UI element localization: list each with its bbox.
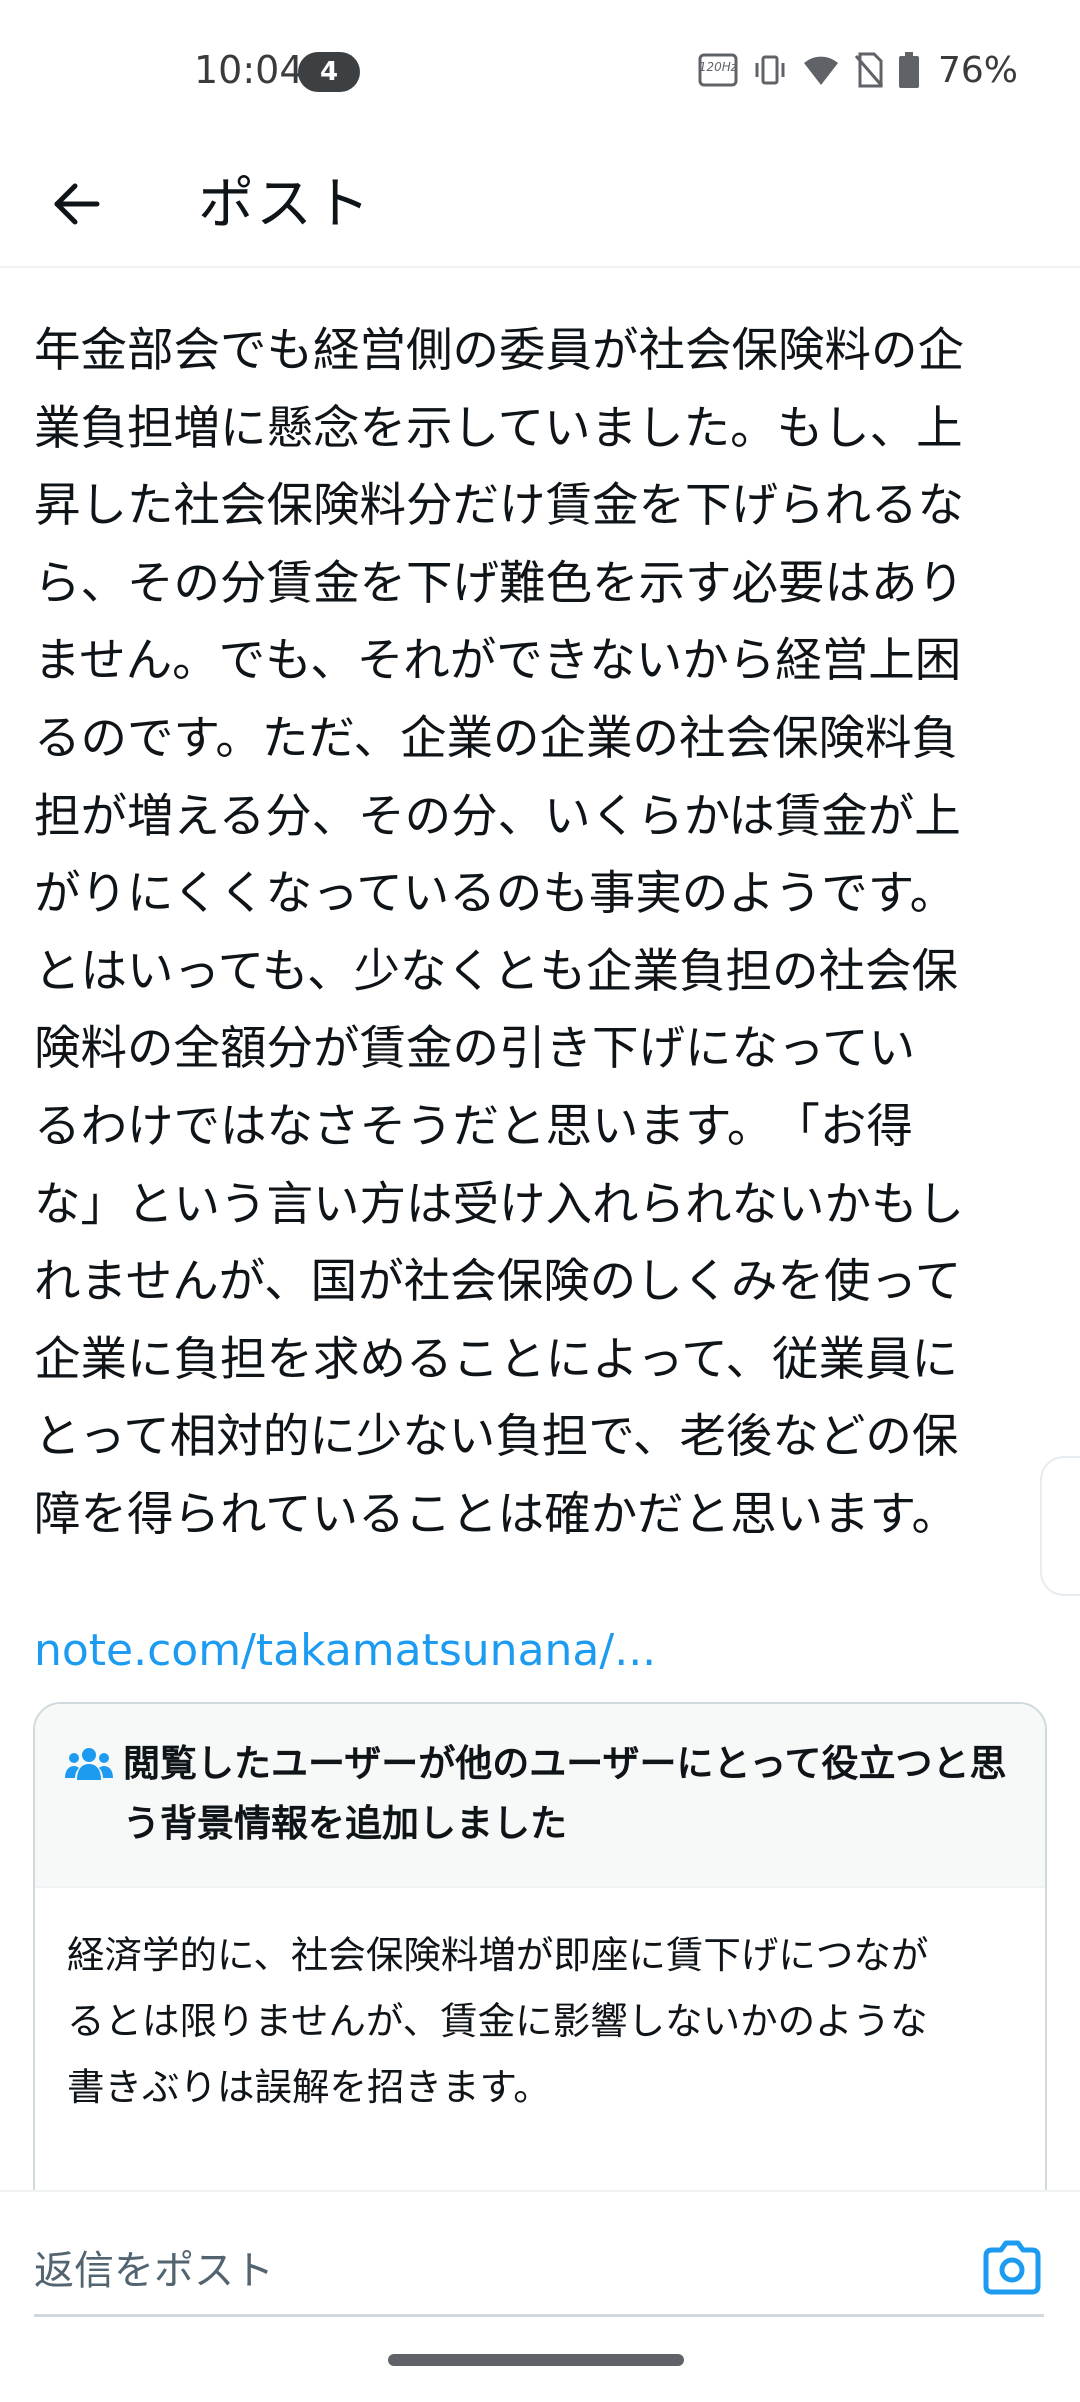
no-sim-icon bbox=[854, 52, 884, 88]
reply-input[interactable] bbox=[34, 2228, 1044, 2317]
post-text: 年金部会でも経営側の委員が社会保険料の企 業負担増に懸念を示していました。もし、… bbox=[34, 323, 964, 1541]
camera-icon bbox=[983, 2240, 1041, 2295]
refresh-rate-label: 120Hz bbox=[699, 60, 738, 74]
community-note-card[interactable]: 閲覧したユーザーが他のユーザーにとって役立つと思う背景情報を追加しました 経済学… bbox=[33, 1702, 1047, 2246]
battery-percentage: 76% bbox=[937, 49, 1018, 91]
status-bar: 10:04 4 120Hz 76% bbox=[0, 0, 1080, 140]
community-note-title: 閲覧したユーザーが他のユーザーにとって役立つと思う背景情報を追加しました bbox=[123, 1742, 1007, 1845]
vibrate-icon bbox=[755, 55, 785, 85]
page-title: ポスト bbox=[198, 172, 372, 237]
community-note-header: 閲覧したユーザーが他のユーザーにとって役立つと思う背景情報を追加しました bbox=[35, 1704, 1045, 1888]
reply-bar bbox=[0, 2190, 1080, 2402]
status-time: 10:04 bbox=[194, 48, 304, 92]
refresh-rate-icon: 120Hz bbox=[698, 53, 738, 87]
gesture-navigation-bar[interactable] bbox=[388, 2354, 684, 2366]
wifi-icon bbox=[803, 56, 838, 85]
post-link[interactable]: note.com/takamatsunana/... bbox=[34, 1616, 656, 1686]
status-icons: 120Hz 76% bbox=[698, 44, 1018, 96]
people-icon bbox=[65, 1748, 113, 1780]
battery-icon bbox=[898, 52, 919, 88]
arrow-left-icon bbox=[54, 183, 100, 225]
edge-panel-handle[interactable] bbox=[1040, 1456, 1080, 1596]
notification-count-badge: 4 bbox=[298, 52, 360, 92]
back-button[interactable] bbox=[36, 164, 116, 244]
top-app-bar: ポスト bbox=[0, 140, 1080, 268]
community-note-body: 経済学的に、社会保険料増が即座に賃下げにつなが るとは限りませんが、賃金に影響し… bbox=[67, 1933, 929, 2109]
camera-button[interactable] bbox=[982, 2240, 1042, 2296]
